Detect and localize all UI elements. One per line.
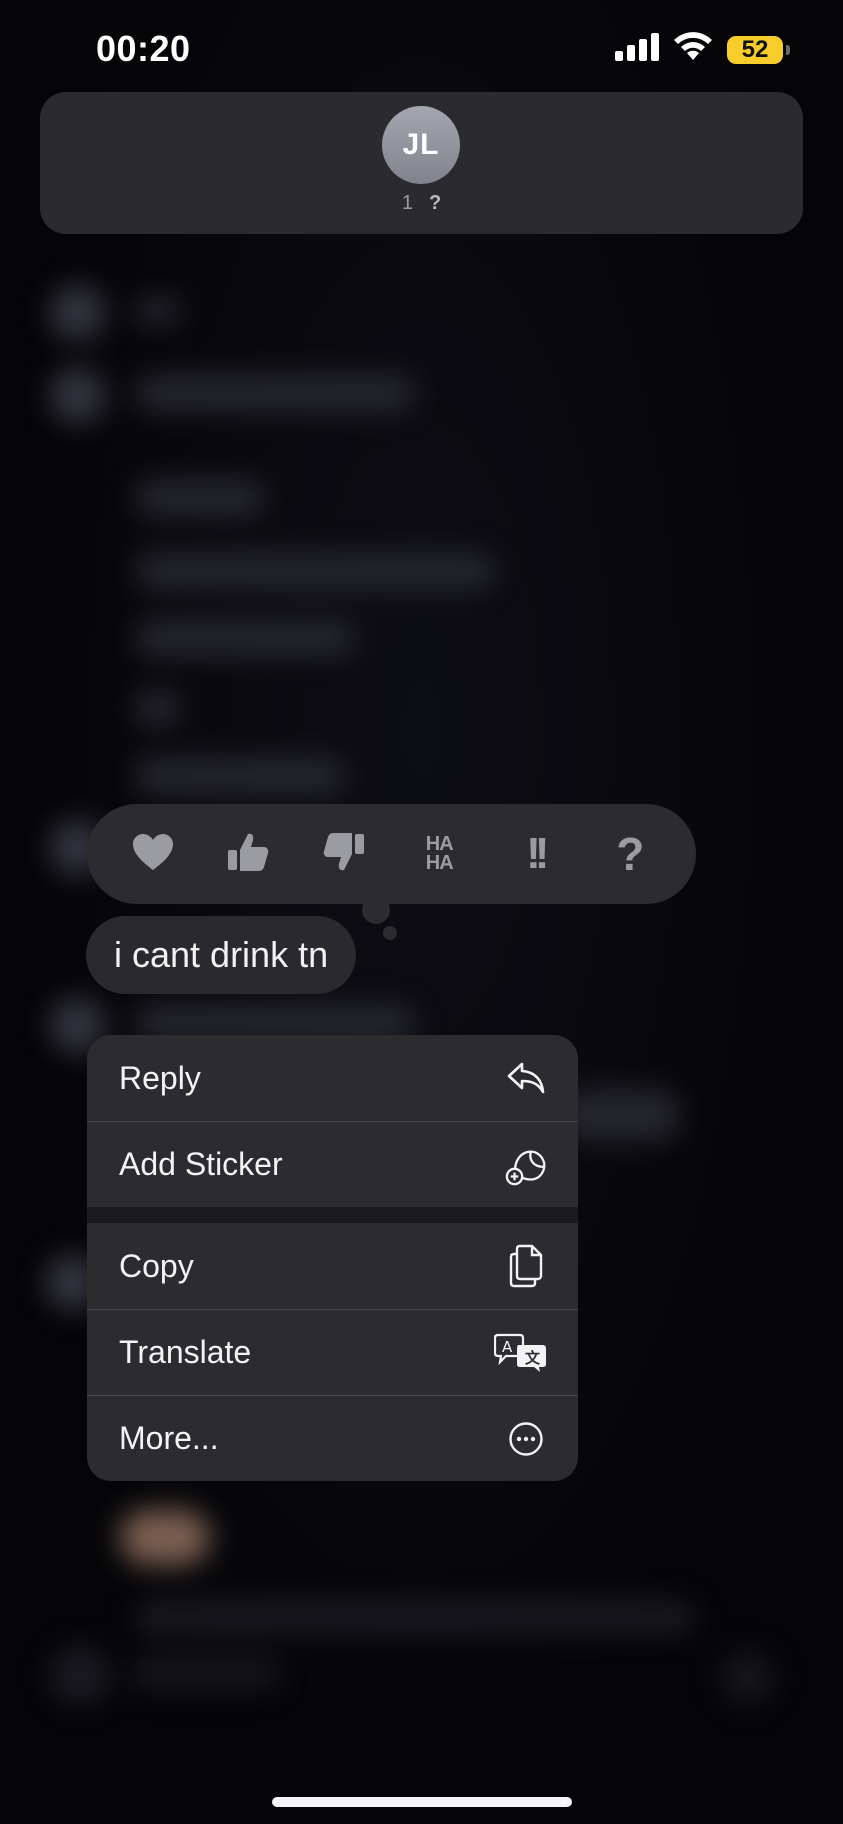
haha-bottom-label: HA bbox=[425, 852, 454, 874]
thumbs-down-icon bbox=[322, 830, 366, 879]
add-sticker-icon bbox=[504, 1143, 548, 1187]
status-icons: 52 bbox=[615, 32, 790, 67]
thumbs-down-reaction-button[interactable] bbox=[314, 824, 374, 884]
more-label: More... bbox=[119, 1420, 219, 1456]
haha-icon: HA HA bbox=[425, 834, 454, 874]
wifi-icon bbox=[673, 32, 713, 67]
heart-icon bbox=[131, 832, 175, 877]
avatar[interactable]: JL bbox=[382, 106, 460, 184]
copy-menu-item[interactable]: Copy bbox=[87, 1223, 578, 1309]
status-time: 00:20 bbox=[96, 28, 191, 69]
add-sticker-label: Add Sticker bbox=[119, 1146, 283, 1182]
question-reaction-button[interactable]: ? bbox=[600, 824, 660, 884]
emphasize-reaction-button[interactable]: !! bbox=[505, 824, 565, 884]
reply-label: Reply bbox=[119, 1059, 201, 1096]
haha-reaction-button[interactable]: HA HA bbox=[409, 824, 469, 884]
exclamation-icon: !! bbox=[526, 829, 549, 878]
translate-label: Translate bbox=[119, 1334, 252, 1370]
reply-menu-item[interactable]: Reply bbox=[87, 1035, 578, 1121]
menu-separator bbox=[87, 1207, 578, 1223]
thumbs-up-reaction-button[interactable] bbox=[218, 824, 278, 884]
svg-text:文: 文 bbox=[525, 1349, 541, 1367]
menu-group-primary: Reply Add Sticker bbox=[87, 1035, 578, 1207]
cellular-signal-icon bbox=[615, 33, 659, 66]
copy-icon bbox=[504, 1244, 548, 1288]
ellipsis-circle-icon bbox=[504, 1417, 548, 1461]
heart-reaction-button[interactable] bbox=[123, 824, 183, 884]
tapback-tail-dot bbox=[383, 926, 397, 940]
tapback-tail bbox=[362, 896, 390, 924]
translate-icon: A 文 bbox=[494, 1331, 548, 1375]
translate-menu-item[interactable]: Translate A 文 bbox=[87, 1309, 578, 1395]
more-menu-item[interactable]: More... bbox=[87, 1395, 578, 1481]
svg-text:A: A bbox=[502, 1338, 513, 1356]
thumbs-up-icon bbox=[226, 830, 270, 879]
menu-group-secondary: Copy Translate A 文 More... bbox=[87, 1223, 578, 1481]
home-indicator[interactable] bbox=[272, 1797, 572, 1807]
blurred-conversation-background bbox=[0, 0, 843, 1824]
contact-header-card[interactable]: JL 1? bbox=[40, 92, 803, 234]
add-sticker-menu-item[interactable]: Add Sticker bbox=[87, 1121, 578, 1207]
message-context-menu: Reply Add Sticker Copy Translate A 文 Mor… bbox=[87, 1035, 578, 1481]
copy-label: Copy bbox=[119, 1247, 194, 1284]
contact-subtitle-count: 1 bbox=[401, 192, 413, 214]
battery-indicator: 52 bbox=[727, 35, 790, 64]
contact-subtitle: 1? bbox=[40, 192, 803, 215]
contact-subtitle-mark: ? bbox=[428, 192, 442, 214]
messages-screen: 00:20 52 JL 1? HA HA !! ? i cant drink t… bbox=[0, 0, 843, 1824]
question-mark-icon: ? bbox=[616, 828, 645, 880]
message-bubble[interactable]: i cant drink tn bbox=[86, 916, 357, 994]
reply-arrow-icon bbox=[504, 1056, 548, 1100]
tapback-reaction-bar: HA HA !! ? bbox=[87, 804, 696, 904]
